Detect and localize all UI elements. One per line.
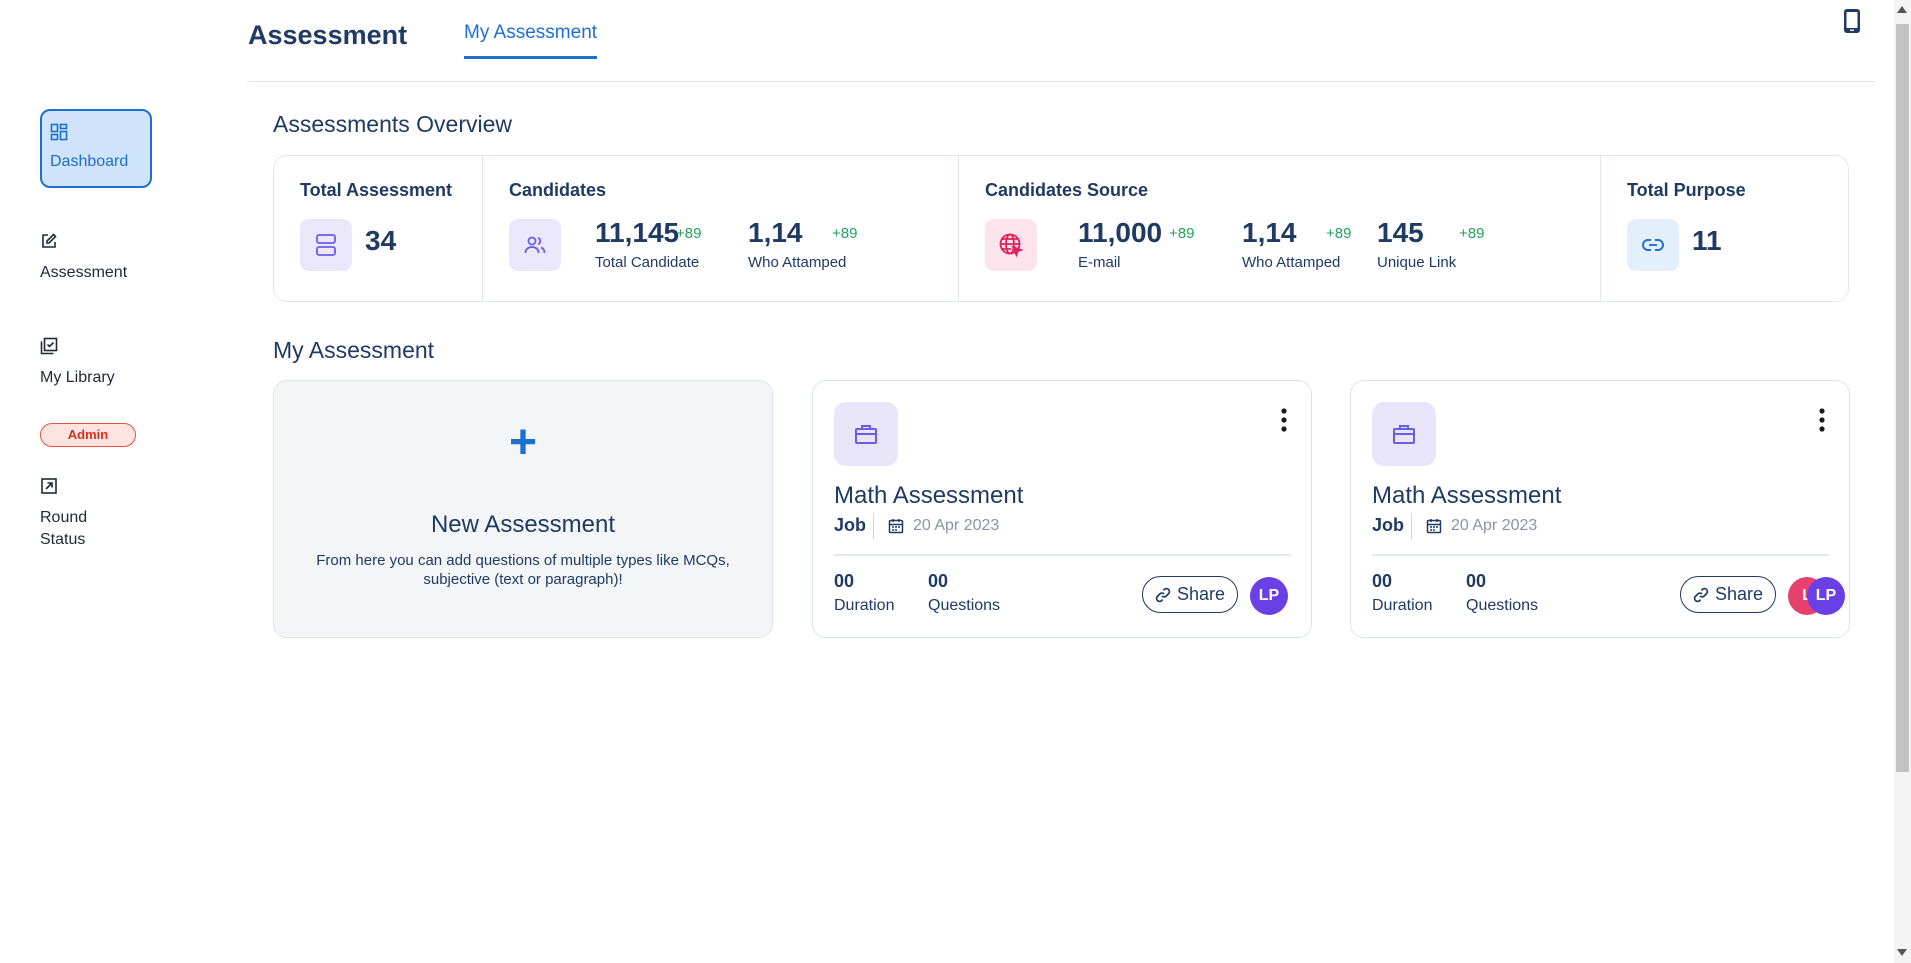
unique-link-label: Unique Link xyxy=(1377,254,1457,271)
source-attempted-label: Who Attamped xyxy=(1242,254,1341,271)
assessment-date: 20 Apr 2023 xyxy=(913,517,1000,534)
share-button[interactable]: Share xyxy=(1680,576,1776,613)
vertical-scrollbar[interactable] xyxy=(1894,0,1911,963)
unique-link-value: 145 xyxy=(1377,217,1424,248)
candidates-source-stat: Candidates Source 11,000 +89 E-mail 1,14… xyxy=(959,156,1601,301)
sidebar-item-dashboard[interactable]: Dashboard xyxy=(40,109,152,188)
avatar[interactable]: LP xyxy=(1250,577,1288,615)
link-icon xyxy=(1155,587,1171,602)
duration-label: Duration xyxy=(834,597,895,614)
stat-label: Total Assessment xyxy=(300,180,453,200)
avatar[interactable]: LP xyxy=(1807,577,1845,615)
assessment-title: Math Assessment xyxy=(834,482,1024,509)
header-divider xyxy=(247,81,1876,82)
calendar-icon xyxy=(1426,519,1442,534)
questions-label: Questions xyxy=(928,597,1001,614)
phone-icon[interactable] xyxy=(1842,8,1862,34)
questions-value: 00 xyxy=(1466,571,1487,591)
questions-value: 00 xyxy=(928,571,949,591)
total-candidate-value: 11,145 xyxy=(595,217,680,248)
more-options-icon[interactable] xyxy=(1279,407,1289,433)
candidates-stat: Candidates 11,145 +89 Total Candidate 1,… xyxy=(483,156,959,301)
scroll-up-arrow[interactable] xyxy=(1897,6,1907,13)
total-candidate-label: Total Candidate xyxy=(595,254,700,271)
share-label: Share xyxy=(1714,584,1764,604)
assessment-type: Job xyxy=(1372,515,1405,535)
total-candidate-delta: +89 xyxy=(676,225,702,242)
scroll-down-arrow[interactable] xyxy=(1897,949,1907,956)
attempted-label: Who Attamped xyxy=(748,254,847,271)
questions-label: Questions xyxy=(1466,597,1539,614)
users-icon xyxy=(509,219,561,271)
more-options-icon[interactable] xyxy=(1817,407,1827,433)
duration-label: Duration xyxy=(1372,597,1433,614)
sidebar-item-label: Round Status xyxy=(40,509,88,548)
server-icon xyxy=(300,219,352,271)
assessment-card[interactable]: Math Assessment Job 20 Apr 2023 00 Durat… xyxy=(1350,380,1850,638)
email-value: 11,000 xyxy=(1078,217,1163,248)
external-link-icon xyxy=(41,478,57,494)
new-assessment-title: New Assessment xyxy=(430,511,616,538)
share-label: Share xyxy=(1176,584,1226,604)
total-purpose-stat: Total Purpose 11 xyxy=(1601,156,1848,301)
stat-label: Candidates Source xyxy=(985,180,1149,200)
admin-badge: Admin xyxy=(40,423,136,447)
assessment-date: 20 Apr 2023 xyxy=(1451,517,1538,534)
duration-value: 00 xyxy=(834,571,855,591)
briefcase-icon xyxy=(1372,402,1436,466)
share-button[interactable]: Share xyxy=(1142,576,1238,613)
sidebar-item-label: Dashboard xyxy=(50,153,129,170)
card-divider xyxy=(834,554,1291,556)
unique-link-delta: +89 xyxy=(1459,225,1485,242)
edit-icon xyxy=(42,233,57,248)
divider xyxy=(873,513,874,539)
stat-value: 34 xyxy=(365,225,397,256)
source-attempted-delta: +89 xyxy=(1326,225,1352,242)
my-assessment-title: My Assessment xyxy=(273,337,435,363)
sidebar-item-assessment[interactable]: Assessment xyxy=(40,232,152,284)
library-check-icon xyxy=(40,337,58,355)
assessment-title: Math Assessment xyxy=(1372,482,1562,509)
sidebar-item-my-library[interactable]: My Library xyxy=(40,337,152,389)
stat-value: 11 xyxy=(1692,225,1722,256)
overview-title: Assessments Overview xyxy=(273,111,513,137)
new-assessment-card[interactable]: + New Assessment From here you can add q… xyxy=(273,380,773,638)
overview-card: Total Assessment 34 Candidates 11,145 +8… xyxy=(273,155,1849,302)
calendar-icon xyxy=(888,519,904,534)
scroll-thumb[interactable] xyxy=(1896,24,1909,772)
sidebar: Dashboard Assessment My Library Admin Ro… xyxy=(0,0,200,963)
duration-value: 00 xyxy=(1372,571,1393,591)
attempted-delta: +89 xyxy=(832,225,858,242)
stat-label: Total Purpose xyxy=(1627,180,1746,200)
dashboard-icon xyxy=(50,123,68,141)
page-title: Assessment xyxy=(248,20,408,50)
link-icon xyxy=(1627,219,1679,271)
globe-cursor-icon xyxy=(985,219,1037,271)
link-icon xyxy=(1693,587,1709,602)
source-attempted-value: 1,14 xyxy=(1242,217,1297,248)
briefcase-icon xyxy=(834,402,898,466)
attempted-value: 1,14 xyxy=(748,217,803,248)
card-divider xyxy=(1372,554,1829,556)
sidebar-item-round-status[interactable]: Round Status xyxy=(40,477,100,551)
email-delta: +89 xyxy=(1169,225,1195,242)
assessment-type: Job xyxy=(834,515,867,535)
plus-icon: + xyxy=(508,416,538,469)
sidebar-item-label: Assessment xyxy=(40,264,128,281)
stat-label: Candidates xyxy=(509,180,607,200)
assessment-card[interactable]: Math Assessment Job 20 Apr 2023 00 Durat… xyxy=(812,380,1312,638)
email-label: E-mail xyxy=(1078,254,1121,271)
tab-my-assessment[interactable]: My Assessment xyxy=(464,22,598,59)
new-assessment-description: From here you can add questions of multi… xyxy=(316,552,730,588)
divider xyxy=(1411,513,1412,539)
total-assessment-stat: Total Assessment 34 xyxy=(274,156,483,301)
sidebar-item-label: My Library xyxy=(40,369,115,386)
